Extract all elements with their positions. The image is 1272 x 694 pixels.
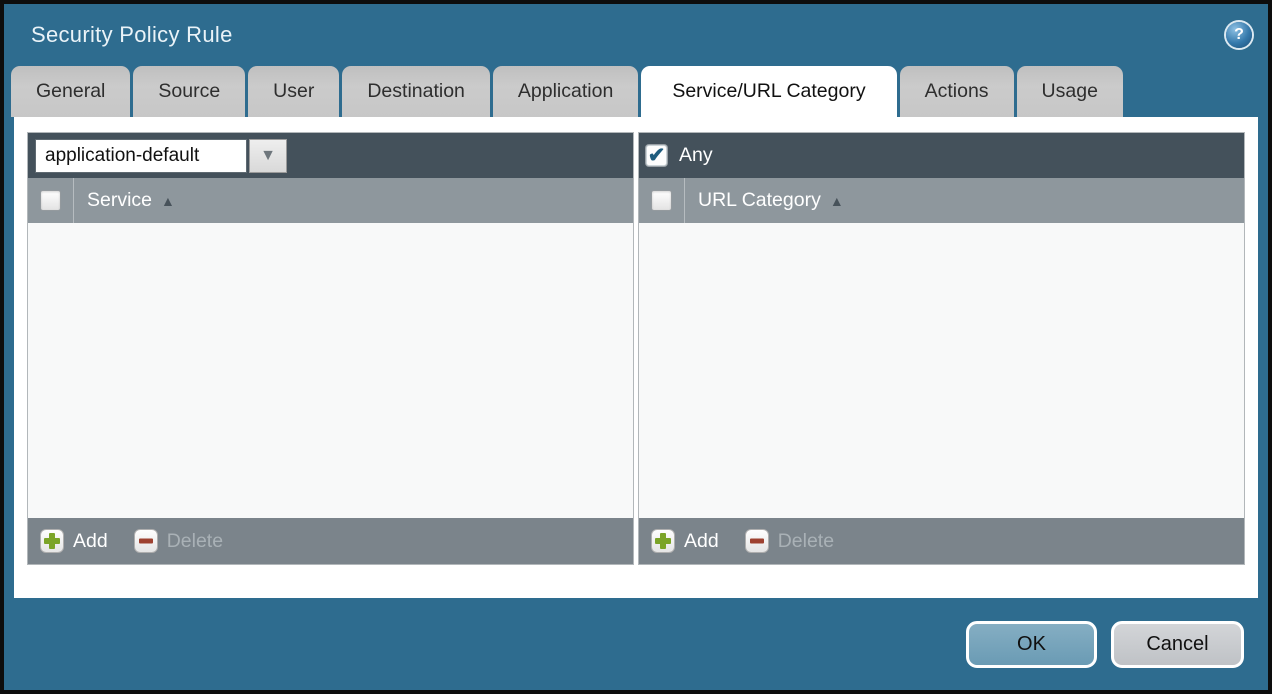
service-panel: ▼ Service ▲ Add [27,132,634,565]
url-category-delete-button[interactable]: Delete [745,529,834,553]
url-category-select-all-cell [639,178,685,223]
service-select-all-checkbox[interactable] [40,190,61,211]
help-icon[interactable]: ? [1226,22,1252,48]
plus-icon [40,529,64,553]
dialog-title: Security Policy Rule [31,22,233,48]
minus-icon [134,529,158,553]
tab-usage[interactable]: Usage [1017,66,1123,117]
tab-content: ▼ Service ▲ Add [14,117,1258,598]
delete-button-label: Delete [778,530,834,553]
sort-ascending-icon[interactable]: ▲ [830,193,844,209]
url-category-column-label[interactable]: URL Category [698,189,821,212]
url-category-add-button[interactable]: Add [651,529,719,553]
panels-container: ▼ Service ▲ Add [27,132,1245,565]
service-delete-button[interactable]: Delete [134,529,223,553]
tab-general[interactable]: General [11,66,130,117]
sort-ascending-icon[interactable]: ▲ [161,193,175,209]
url-category-column-header-row: URL Category ▲ [639,178,1244,223]
tab-source[interactable]: Source [133,66,245,117]
tab-application[interactable]: Application [493,66,638,117]
add-button-label: Add [684,530,719,553]
tab-user[interactable]: User [248,66,339,117]
service-type-select: ▼ [35,139,287,173]
delete-button-label: Delete [167,530,223,553]
dialog-button-row: OK Cancel [4,598,1268,690]
service-toolbar: ▼ [28,133,633,178]
url-category-select-all-checkbox[interactable] [651,190,672,211]
add-button-label: Add [73,530,108,553]
service-type-input[interactable] [35,139,247,173]
tab-destination[interactable]: Destination [342,66,490,117]
minus-icon [745,529,769,553]
service-list[interactable] [28,223,633,518]
any-checkbox-label[interactable]: Any [679,144,713,167]
titlebar: Security Policy Rule ? [4,4,1268,66]
ok-button[interactable]: OK [966,621,1097,668]
service-type-dropdown-button[interactable]: ▼ [249,139,287,173]
cancel-button[interactable]: Cancel [1111,621,1244,668]
url-category-toolbar: ✔ Any [639,133,1244,178]
tab-actions[interactable]: Actions [900,66,1014,117]
security-policy-rule-dialog: Security Policy Rule ? General Source Us… [0,0,1272,694]
tab-service-url-category[interactable]: Service/URL Category [641,66,896,117]
chevron-down-icon: ▼ [260,147,276,165]
service-column-label[interactable]: Service [87,189,152,212]
any-checkbox[interactable]: ✔ [646,145,667,166]
url-category-panel: ✔ Any URL Category ▲ Add [638,132,1245,565]
url-category-list[interactable] [639,223,1244,518]
service-select-all-cell [28,178,74,223]
service-footer: Add Delete [28,518,633,564]
tab-bar: General Source User Destination Applicat… [4,66,1268,117]
service-column-header-row: Service ▲ [28,178,633,223]
plus-icon [651,529,675,553]
service-add-button[interactable]: Add [40,529,108,553]
url-category-footer: Add Delete [639,518,1244,564]
